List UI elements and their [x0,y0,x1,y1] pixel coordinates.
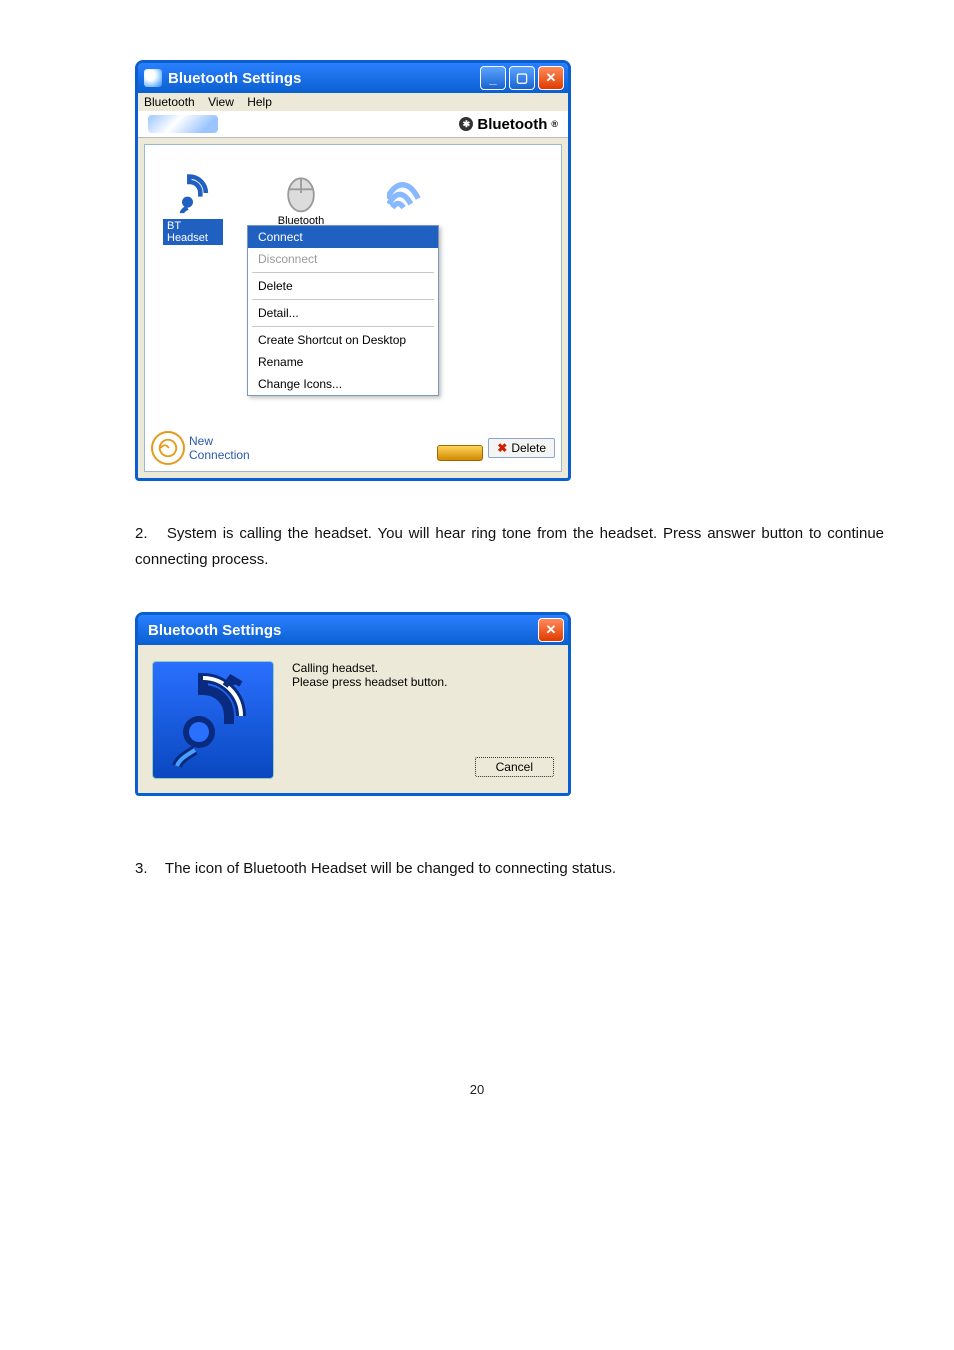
new-connection-icon [151,431,185,465]
headset-large-icon [163,670,263,770]
step-3-text: 3. The icon of Bluetooth Headset will be… [135,856,884,882]
delete-button[interactable]: ✖ Delete [488,438,555,458]
headset-image [152,661,274,779]
menu-disconnect: Disconnect [248,248,438,270]
menu-detail[interactable]: Detail... [248,302,438,324]
context-menu: Connect Disconnect Delete Detail... Crea… [247,225,439,396]
menu-separator [252,299,434,300]
menu-bluetooth[interactable]: Bluetooth [144,95,195,109]
menu-delete[interactable]: Delete [248,275,438,297]
titlebar[interactable]: Bluetooth Settings _ ▢ ✕ [138,63,568,93]
signal-wave-icon [387,171,431,215]
close-button[interactable]: ✕ [538,66,564,90]
window-title: Bluetooth Settings [168,70,480,87]
menu-create-shortcut[interactable]: Create Shortcut on Desktop [248,329,438,351]
menu-connect[interactable]: Connect [248,226,438,248]
cancel-button[interactable]: Cancel [475,757,554,777]
close-button[interactable]: ✕ [538,618,564,642]
minimize-button[interactable]: _ [480,66,506,90]
delete-x-icon: ✖ [497,441,507,455]
menu-change-icons[interactable]: Change Icons... [248,373,438,395]
brand-wave-decoration [148,115,218,133]
calling-headset-dialog: Bluetooth Settings ✕ Calling headset. Pl… [135,612,571,796]
mouse-icon [279,171,323,215]
menu-separator [252,326,434,327]
headset-icon [171,171,215,215]
titlebar[interactable]: Bluetooth Settings ✕ [138,615,568,645]
toolbar-row: New Connection ✖ Delete [145,431,561,465]
device-area: BT Headset Bluetooth Connect [144,144,562,472]
dialog-message-line1: Calling headset. [292,661,554,675]
brand-row: ✱ Bluetooth® [138,111,568,138]
menubar: Bluetooth View Help [138,93,568,111]
device-label: BT Headset [163,219,223,245]
step-2-text: 2. System is calling the headset. You wi… [135,521,884,572]
menu-view[interactable]: View [208,95,234,109]
menu-separator [252,272,434,273]
app-icon [144,69,162,87]
window-title: Bluetooth Settings [148,622,538,639]
device-bt-headset[interactable]: BT Headset [163,171,223,245]
new-connection-button[interactable]: New Connection [151,431,250,465]
page-number: 20 [0,1082,954,1097]
brand-label: ✱ Bluetooth® [459,116,558,133]
maximize-button[interactable]: ▢ [509,66,535,90]
bluetooth-logo-icon: ✱ [459,117,473,131]
dialog-message-line2: Please press headset button. [292,675,554,689]
menu-rename[interactable]: Rename [248,351,438,373]
bluetooth-settings-window: Bluetooth Settings _ ▢ ✕ Bluetooth View … [135,60,571,481]
dialog-body: Calling headset. Please press headset bu… [138,645,568,793]
menu-help[interactable]: Help [247,95,272,109]
